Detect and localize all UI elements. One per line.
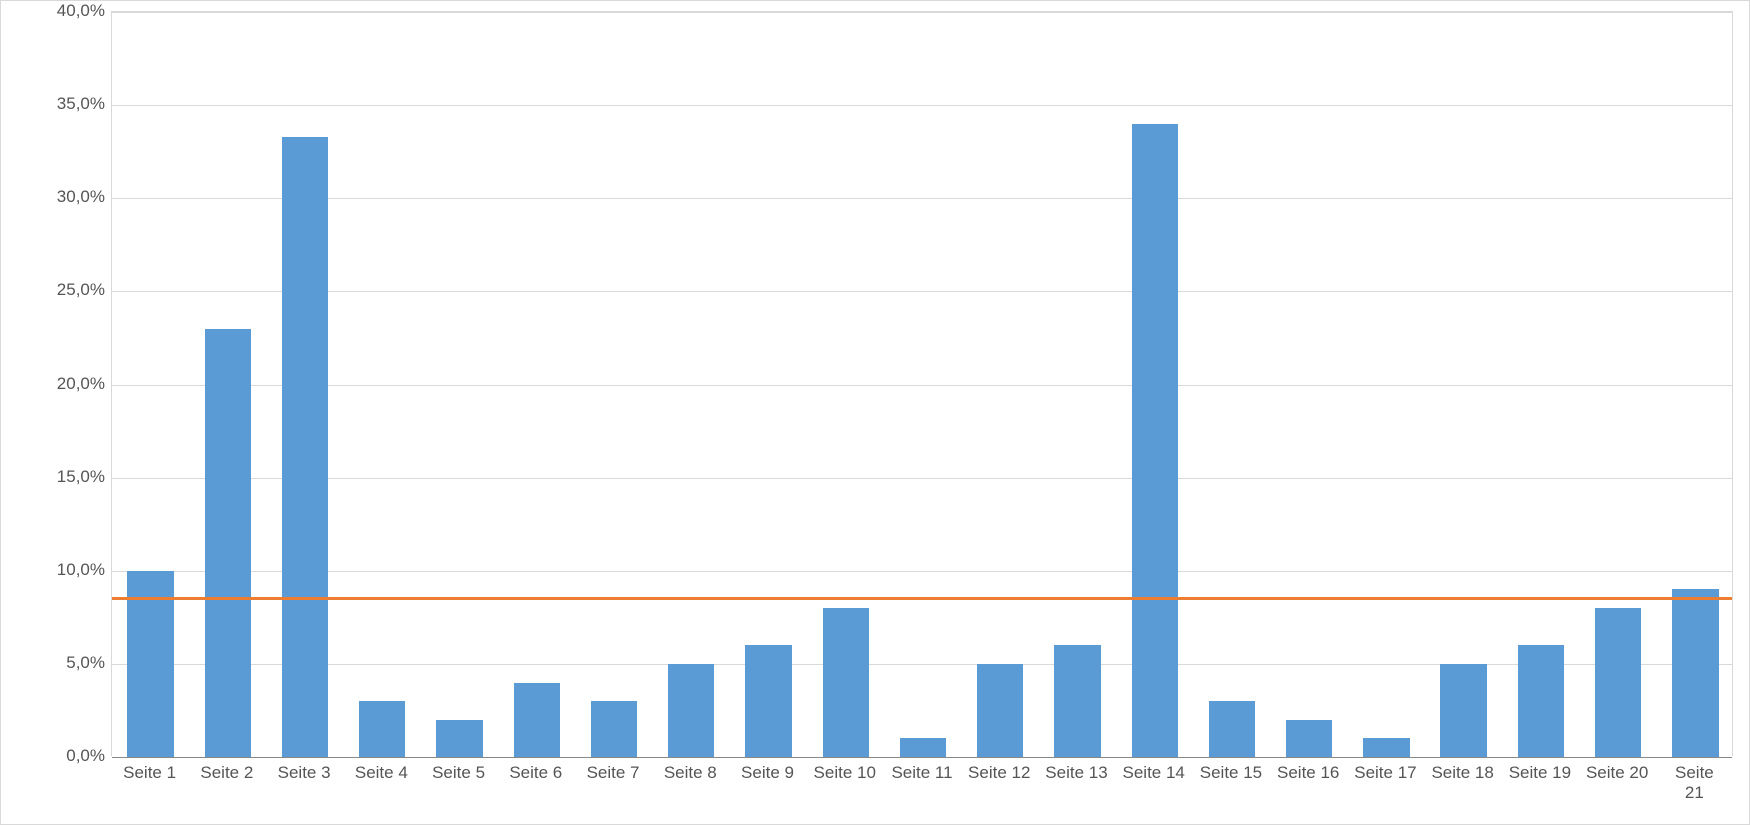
x-tick-label: Seite 10 [814,763,876,783]
x-tick-label: Seite 4 [355,763,408,783]
gridline [112,105,1732,106]
x-tick-label: Seite 5 [432,763,485,783]
gridline [112,385,1732,386]
x-tick-label: Seite 18 [1431,763,1493,783]
y-tick-label: 15,0% [5,467,105,487]
bar [1363,738,1409,757]
bar [359,701,405,757]
bar [1440,664,1486,757]
bar [1672,589,1718,757]
bar-chart: 0,0% 5,0% 10,0% 15,0% 20,0% 25,0% 30,0% 35,0% 40… [0,0,1750,825]
bar [977,664,1023,757]
x-tick-label: Seite 11 [891,763,952,783]
bar [745,645,791,757]
reference-line [112,597,1732,600]
plot-area [111,11,1733,756]
bar [282,137,328,757]
y-tick-label: 10,0% [5,560,105,580]
x-tick-label: Seite 1 [123,763,176,783]
gridline [112,571,1732,572]
x-tick-label: Seite 16 [1277,763,1339,783]
bar [205,329,251,757]
bar [514,683,560,758]
y-tick-label: 40,0% [5,1,105,21]
x-tick-label: Seite 6 [509,763,562,783]
bar [1054,645,1100,757]
x-tick-label: Seite 17 [1354,763,1416,783]
x-tick-label: Seite 7 [587,763,640,783]
gridline [112,198,1732,199]
x-axis-line [112,757,1732,758]
bar [668,664,714,757]
y-tick-label: 0,0% [5,746,105,766]
gridline [112,478,1732,479]
x-tick-label: Seite 8 [664,763,717,783]
x-tick-label: Seite 19 [1509,763,1571,783]
bar [1132,124,1178,757]
x-tick-label: Seite 2 [200,763,253,783]
bar [1286,720,1332,757]
x-tick-label: Seite 3 [278,763,331,783]
x-tick-label: Seite 15 [1200,763,1262,783]
x-tick-label: Seite 20 [1586,763,1648,783]
bar [1595,608,1641,757]
gridline [112,664,1732,665]
y-tick-label: 20,0% [5,374,105,394]
x-tick-label: Seite 9 [741,763,794,783]
y-tick-label: 30,0% [5,187,105,207]
bar [900,738,946,757]
x-tick-label: Seite 12 [968,763,1030,783]
gridline [112,291,1732,292]
bar [1518,645,1564,757]
y-tick-label: 25,0% [5,280,105,300]
bar [436,720,482,757]
y-tick-label: 35,0% [5,94,105,114]
bar [591,701,637,757]
y-tick-label: 5,0% [5,653,105,673]
bar [823,608,869,757]
x-tick-label: Seite 14 [1123,763,1185,783]
bar [1209,701,1255,757]
x-tick-label: Seite 21 [1667,763,1722,803]
gridline [112,12,1732,13]
x-tick-label: Seite 13 [1045,763,1107,783]
